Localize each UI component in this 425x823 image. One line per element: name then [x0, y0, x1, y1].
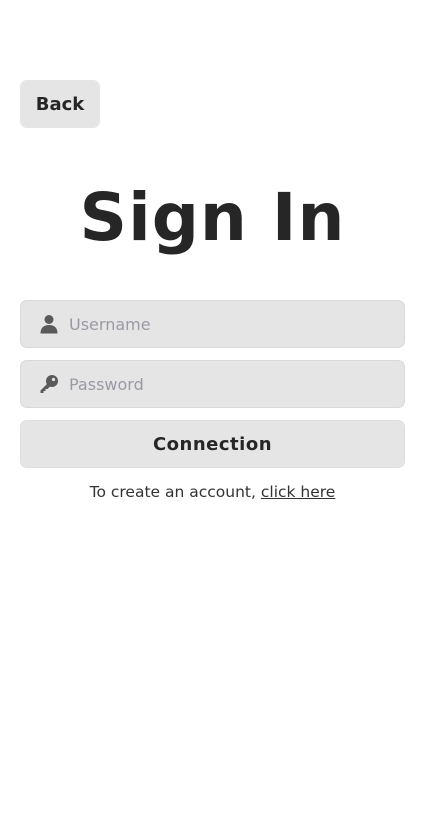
- page-title: Sign In: [79, 179, 346, 256]
- username-input[interactable]: [69, 301, 404, 347]
- back-button[interactable]: Back: [20, 80, 100, 128]
- signup-link[interactable]: click here: [261, 483, 336, 501]
- password-field[interactable]: [20, 360, 405, 408]
- connection-button[interactable]: Connection: [20, 420, 405, 468]
- signup-prompt: To create an account, click here: [0, 482, 425, 502]
- connection-button-label: Connection: [152, 433, 273, 455]
- username-field[interactable]: [20, 300, 405, 348]
- signup-prompt-text: To create an account,: [89, 483, 261, 501]
- back-button-label: Back: [35, 93, 85, 115]
- key-icon: [39, 374, 59, 394]
- user-icon: [39, 314, 59, 334]
- password-input[interactable]: [69, 361, 404, 407]
